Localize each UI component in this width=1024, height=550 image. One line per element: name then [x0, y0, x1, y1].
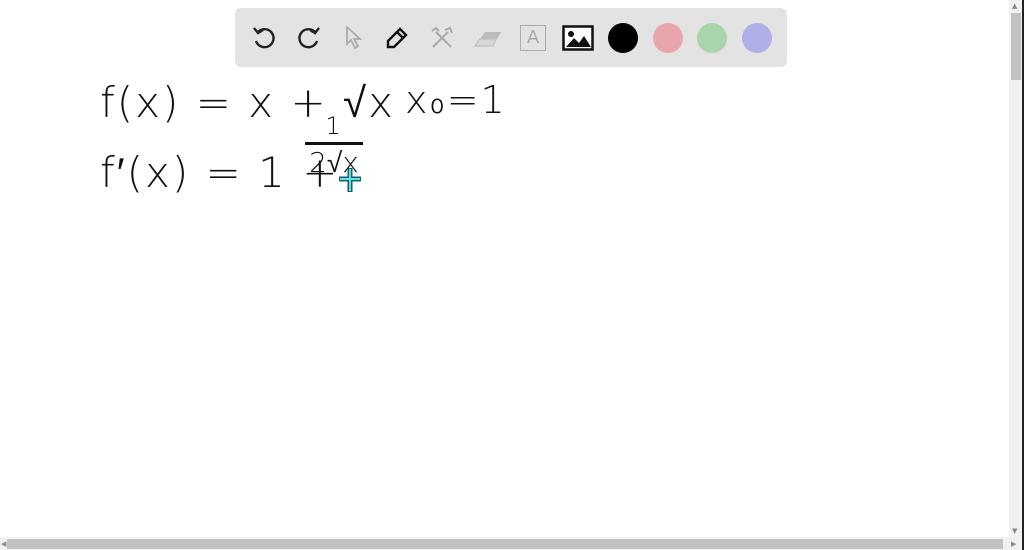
fraction-numerator: 1: [325, 112, 343, 140]
text-icon[interactable]: A: [516, 21, 550, 55]
pen-icon[interactable]: [380, 21, 414, 55]
handwritten-initial-value: x₀=1: [405, 78, 507, 122]
vertical-scroll-thumb[interactable]: [1011, 13, 1021, 80]
color-black-swatch[interactable]: [608, 23, 638, 53]
tools-icon[interactable]: [425, 21, 459, 55]
color-red-swatch[interactable]: [653, 23, 683, 53]
select-icon[interactable]: [336, 21, 370, 55]
eraser-icon[interactable]: [471, 21, 505, 55]
redo-icon[interactable]: [292, 21, 326, 55]
crosshair-cursor: [337, 166, 363, 198]
horizontal-scroll-thumb[interactable]: [7, 539, 1003, 549]
scroll-up-icon[interactable]: ▲: [1012, 2, 1017, 10]
scroll-right-icon[interactable]: ▶: [1011, 540, 1016, 548]
color-blue-swatch[interactable]: [742, 23, 772, 53]
image-icon[interactable]: [561, 21, 595, 55]
color-green-swatch[interactable]: [697, 23, 727, 53]
text-tool-glyph: A: [520, 25, 546, 51]
drawing-toolbar: A: [235, 8, 787, 67]
undo-icon[interactable]: [247, 21, 281, 55]
vertical-scrollbar[interactable]: [1009, 0, 1022, 537]
scroll-left-icon[interactable]: ◀: [1, 540, 6, 548]
scroll-down-icon[interactable]: ▼: [1012, 527, 1017, 535]
handwritten-derivative: f′(x) = 1 +: [100, 148, 340, 197]
fraction-bar: [305, 142, 363, 145]
